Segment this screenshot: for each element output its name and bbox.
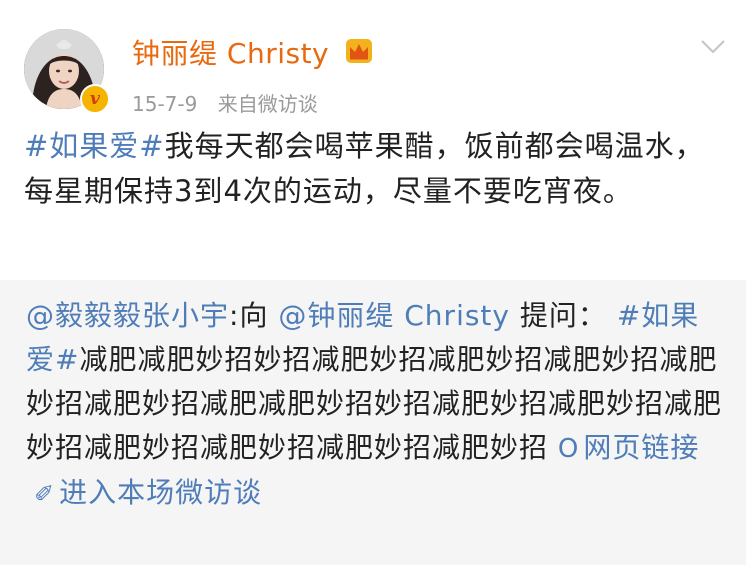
web-link[interactable]: O 网页链接 xyxy=(558,431,699,464)
ask-label: 提问： xyxy=(519,299,607,332)
chevron-down-icon[interactable] xyxy=(700,38,726,56)
web-link-icon: O xyxy=(557,434,580,464)
post-meta: 15-7-9 来自微访谈 xyxy=(132,88,332,117)
mention-author-link[interactable]: @钟丽缇 Christy xyxy=(278,299,510,332)
to-label: :向 xyxy=(229,299,269,332)
enter-interview-link[interactable]: ✐ 进入本场微访谈 xyxy=(26,476,262,509)
link-icon: ✐ xyxy=(34,480,56,508)
post-date: 15-7-9 xyxy=(132,92,198,116)
web-link-label: 网页链接 xyxy=(583,431,700,464)
topic-link[interactable]: #如果爱# xyxy=(24,129,165,163)
author-name[interactable]: 钟丽缇 Christy xyxy=(132,32,329,72)
post-source[interactable]: 来自微访谈 xyxy=(218,92,318,116)
crown-icon[interactable] xyxy=(345,38,373,64)
enter-interview-label: 进入本场微访谈 xyxy=(59,476,263,509)
repost-body: @毅毅毅张小宇:向 @钟丽缇 Christy 提问： #如果爱#减肥减肥妙招妙招… xyxy=(26,294,726,516)
repost-box[interactable]: @毅毅毅张小宇:向 @钟丽缇 Christy 提问： #如果爱#减肥减肥妙招妙招… xyxy=(0,280,746,565)
verified-badge: v xyxy=(80,84,110,114)
post-body: #如果爱#我每天都会喝苹果醋，饭前都会喝温水，每星期保持3到4次的运动，尽量不要… xyxy=(24,124,724,214)
post-header: v 钟丽缇 Christy 15-7-9 来自微访谈 xyxy=(0,0,746,120)
mention-user-link[interactable]: @毅毅毅张小宇 xyxy=(26,299,229,332)
